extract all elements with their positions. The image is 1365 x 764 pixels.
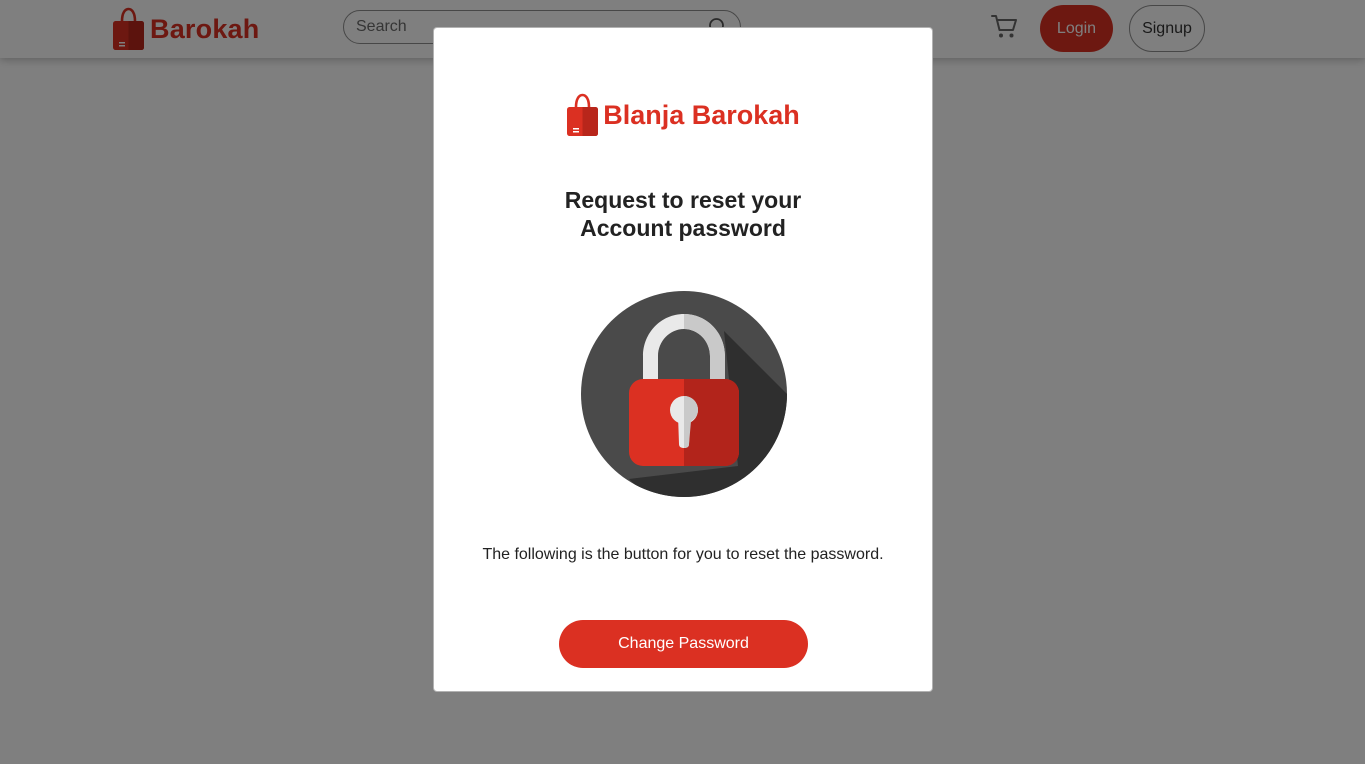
modal-title-line-1: Request to reset your [564,187,802,213]
modal-description: The following is the button for you to r… [482,546,884,563]
modal-brand-logo: Blanja Barokah [434,92,932,138]
lock-icon [581,291,787,497]
change-password-button[interactable]: Change Password [559,620,808,668]
modal-brand-name: Blanja Barokah [603,99,800,130]
modal-title: Request to reset your Account password [434,186,932,242]
modal-title-line-2: Account password [580,215,786,241]
shopping-bag-icon [567,93,599,136]
reset-password-modal: Blanja Barokah Request to reset your Acc… [433,27,933,692]
